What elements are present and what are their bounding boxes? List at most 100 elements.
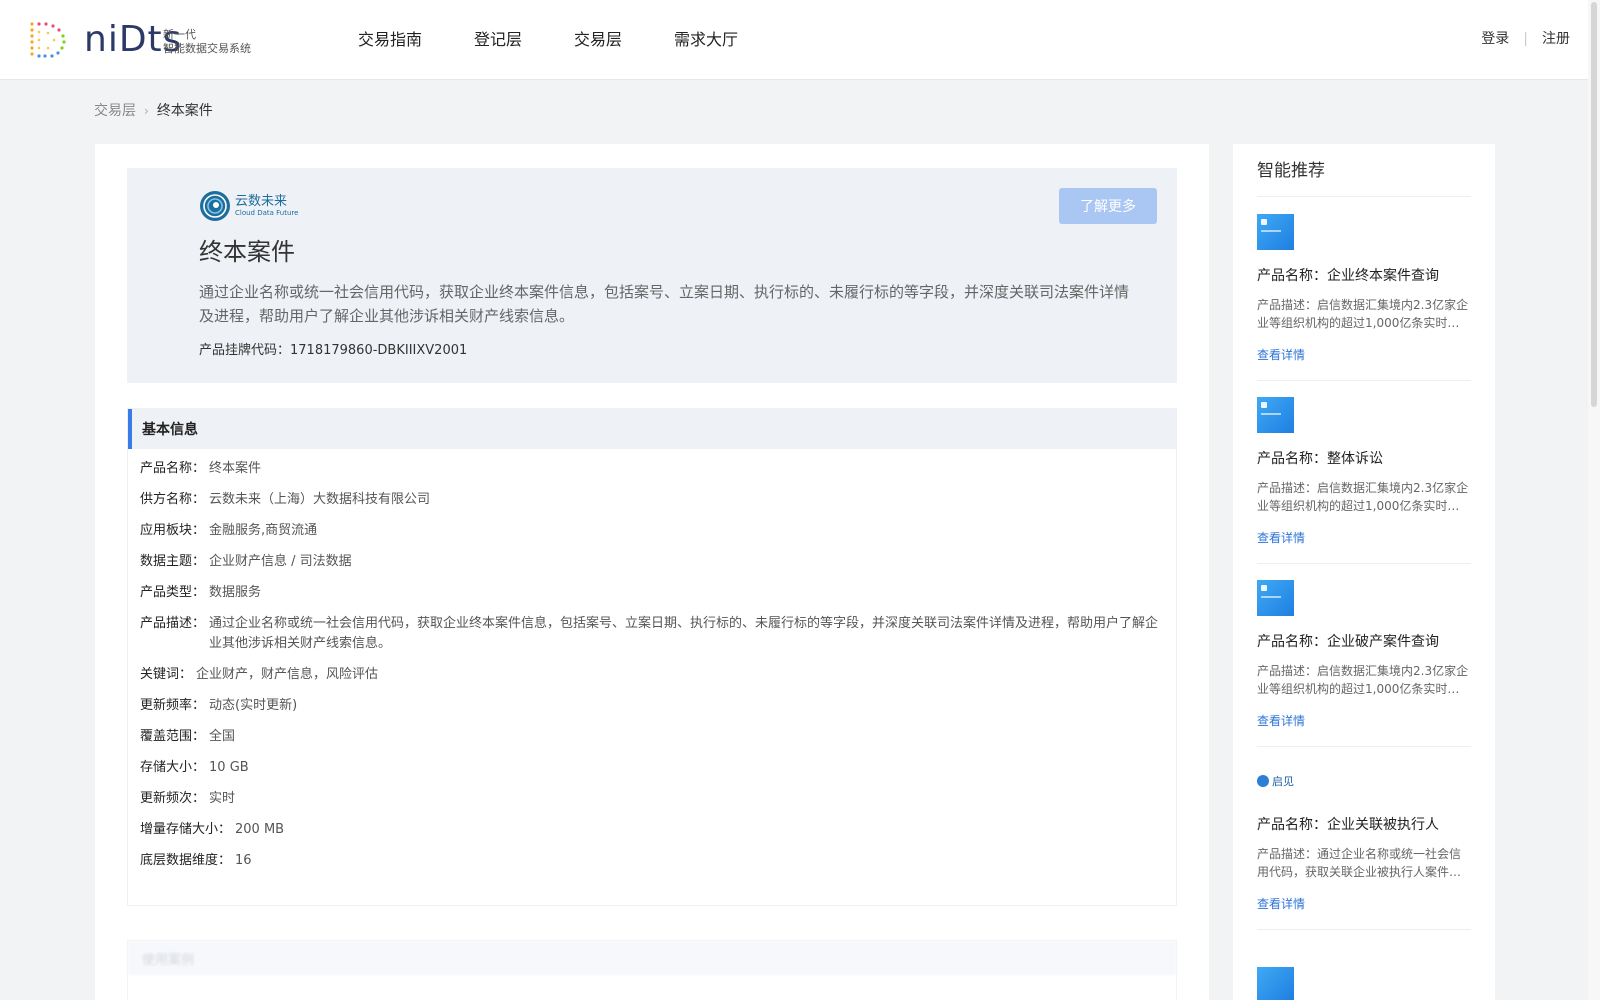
logo-tagline: 新一代 智能数据交易系统 [163,28,251,56]
info-value: 云数未来（上海）大数据科技有限公司 [209,492,431,507]
product-description: 通过企业名称或统一社会信用代码，获取企业终本案件信息，包括案号、立案日期、执行标… [199,283,1130,325]
provider-brand-cn: 云数未来 [235,194,288,209]
recommendation-description: 产品描述：启信数据汇集境内2.3亿家企业等组织机构的超过1,000亿条实时动态数… [1257,298,1469,330]
breadcrumb-trading-layer[interactable]: 交易层 [94,101,136,121]
qijian-logo-dot [1257,775,1269,787]
info-row-description: 产品描述： 通过企业名称或统一社会信用代码，获取企业终本案件信息，包括案号、立案日… [140,614,1164,654]
main-nav: 交易指南 登记层 交易层 需求大厅 [358,26,790,54]
info-value: 企业财产，财产信息，风险评估 [196,667,379,682]
info-value: 实时 [209,791,236,806]
info-row-supplier: 供方名称： 云数未来（上海）大数据科技有限公司 [140,490,1164,510]
auth-divider: | [1523,31,1528,47]
info-value: 终本案件 [209,461,262,476]
info-label: 应用板块： [140,523,206,538]
nav-trade-guide[interactable]: 交易指南 [358,26,422,54]
info-label: 关键词： [140,667,193,682]
recommendation-name[interactable]: 产品名称：企业关联被执行人 [1257,815,1471,835]
basic-info-title: 基本信息 [128,409,1176,449]
view-details-link[interactable]: 查看详情 [1257,529,1471,547]
info-value: 全国 [209,729,236,744]
info-label: 产品名称： [140,461,206,476]
auth-links: 登录 | 注册 [1481,28,1570,50]
page-scrollbar-thumb[interactable] [1591,2,1597,407]
info-value: 10 GB [209,760,249,775]
provider-brand-en: Cloud Data Future [235,209,299,217]
recommendation-name[interactable]: 产品名称：企业终本案件查询 [1257,266,1471,286]
info-value: 动态(实时更新) [209,698,298,713]
provider-brand-text: 云数未来 Cloud Data Future [235,194,298,218]
info-label: 产品描述： [140,616,206,631]
info-label: 供方名称： [140,492,206,507]
qijian-logo-icon[interactable]: 启见 [1257,763,1471,799]
recommendation-card[interactable]: 启见 产品名称：企业关联被执行人 产品描述：通过企业名称或统一社会信用代码，获取… [1257,763,1471,930]
top-header: niDts 新一代 智能数据交易系统 交易指南 登记层 交易层 需求大厅 登录 … [0,0,1600,80]
view-details-link[interactable]: 查看详情 [1257,712,1471,730]
nav-demand-hall[interactable]: 需求大厅 [674,26,738,54]
product-thumbnail[interactable] [1257,397,1294,433]
info-value: 通过企业名称或统一社会信用代码，获取企业终本案件信息，包括案号、立案日期、执行标… [209,616,1159,651]
info-row-product-type: 产品类型： 数据服务 [140,583,1164,603]
info-label: 产品类型： [140,585,206,600]
product-thumbnail[interactable] [1257,214,1294,250]
provider-brand: 云数未来 Cloud Data Future [199,190,298,222]
listing-code-value: 1718179860-DBKIIIXV2001 [290,343,468,358]
view-details-link[interactable]: 查看详情 [1257,895,1471,913]
product-title: 终本案件 [199,238,295,266]
recommendation-card[interactable]: 产品名称：企业破产案件查询 产品描述：启信数据汇集境内2.3亿家企业等组织机构的… [1257,580,1471,747]
info-value: 企业财产信息 / 司法数据 [209,554,352,569]
info-value: 金融服务,商贸流通 [209,523,318,538]
info-row-product-name: 产品名称： 终本案件 [140,459,1164,479]
recommendation-card[interactable]: 产品名称：企业终本案件查询 产品描述：启信数据汇集境内2.3亿家企业等组织机构的… [1257,214,1471,381]
view-details-link[interactable]: 查看详情 [1257,346,1471,364]
info-value: 16 [235,853,252,868]
use-case-section: 使用案例 [127,940,1177,1000]
info-row-application-sector: 应用板块： 金融服务,商贸流通 [140,521,1164,541]
product-detail-card: 云数未来 Cloud Data Future 了解更多 终本案件 通过企业名称或… [95,144,1209,1000]
info-row-coverage: 覆盖范围： 全国 [140,727,1164,747]
info-row-incremental-storage: 增量存储大小： 200 MB [140,820,1164,840]
product-hero: 云数未来 Cloud Data Future 了解更多 终本案件 通过企业名称或… [127,168,1177,383]
breadcrumb-current: 终本案件 [156,103,213,119]
info-label: 底层数据维度： [140,853,232,868]
info-row-update-times: 更新频次： 实时 [140,789,1164,809]
nav-trading-layer[interactable]: 交易层 [574,26,622,54]
use-case-title: 使用案例 [128,941,1176,975]
smart-recommendation-panel: 智能推荐 产品名称：企业终本案件查询 产品描述：启信数据汇集境内2.3亿家企业等… [1233,144,1495,1000]
basic-info-section: 基本信息 产品名称： 终本案件 供方名称： 云数未来（上海）大数据科技有限公司 应用… [127,408,1177,906]
info-row-update-frequency: 更新频率： 动态(实时更新) [140,696,1164,716]
basic-info-list: 产品名称： 终本案件 供方名称： 云数未来（上海）大数据科技有限公司 应用板块： 金融… [128,449,1176,871]
info-label: 覆盖范围： [140,729,206,744]
learn-more-button[interactable]: 了解更多 [1059,188,1157,224]
product-thumbnail[interactable] [1257,580,1294,616]
info-row-storage-size: 存储大小： 10 GB [140,758,1164,778]
recommendation-card[interactable]: 产品名称：整体诉讼 产品描述：启信数据汇集境内2.3亿家企业等组织机构的超过1,… [1257,397,1471,564]
breadcrumb: 交易层 › 终本案件 [94,101,213,121]
chevron-right-icon: › [144,104,149,118]
recommendation-description: 产品描述：启信数据汇集境内2.3亿家企业等组织机构的超过1,000亿条实时动态数… [1257,664,1469,696]
cloud-data-future-logo-icon [200,191,230,221]
logo-tagline-line2: 智能数据交易系统 [163,42,251,55]
product-thumbnail[interactable] [1257,967,1294,1000]
recommendation-name[interactable]: 产品名称：企业破产案件查询 [1257,632,1471,652]
info-label: 存储大小： [140,760,206,775]
recommendation-description: 产品描述：启信数据汇集境内2.3亿家企业等组织机构的超过1,000亿条实时动态数… [1257,481,1469,513]
logo-tagline-line1: 新一代 [163,28,196,41]
dotted-d-logo-icon[interactable] [28,20,70,60]
info-value: 200 MB [235,822,285,837]
info-label: 数据主题： [140,554,206,569]
info-row-keywords: 关键词： 企业财产，财产信息，风险评估 [140,665,1164,685]
register-link[interactable]: 注册 [1542,28,1570,50]
nav-registration-layer[interactable]: 登记层 [474,26,522,54]
recommendation-description: 产品描述：通过企业名称或统一社会信用代码，获取关联企业被执行人案件信息 [1257,847,1462,879]
login-link[interactable]: 登录 [1481,28,1509,50]
info-label: 更新频率： [140,698,206,713]
info-row-data-theme: 数据主题： 企业财产信息 / 司法数据 [140,552,1164,572]
info-label: 更新频次： [140,791,206,806]
info-value: 数据服务 [209,585,262,600]
recommendation-name[interactable]: 产品名称：整体诉讼 [1257,449,1471,469]
qijian-logo-text: 启见 [1272,775,1294,788]
info-label: 增量存储大小： [140,822,232,837]
listing-code-label: 产品挂牌代码： [199,343,291,358]
info-row-data-dimensions: 底层数据维度： 16 [140,851,1164,871]
product-listing-code: 产品挂牌代码：1718179860-DBKIIIXV2001 [199,342,467,360]
